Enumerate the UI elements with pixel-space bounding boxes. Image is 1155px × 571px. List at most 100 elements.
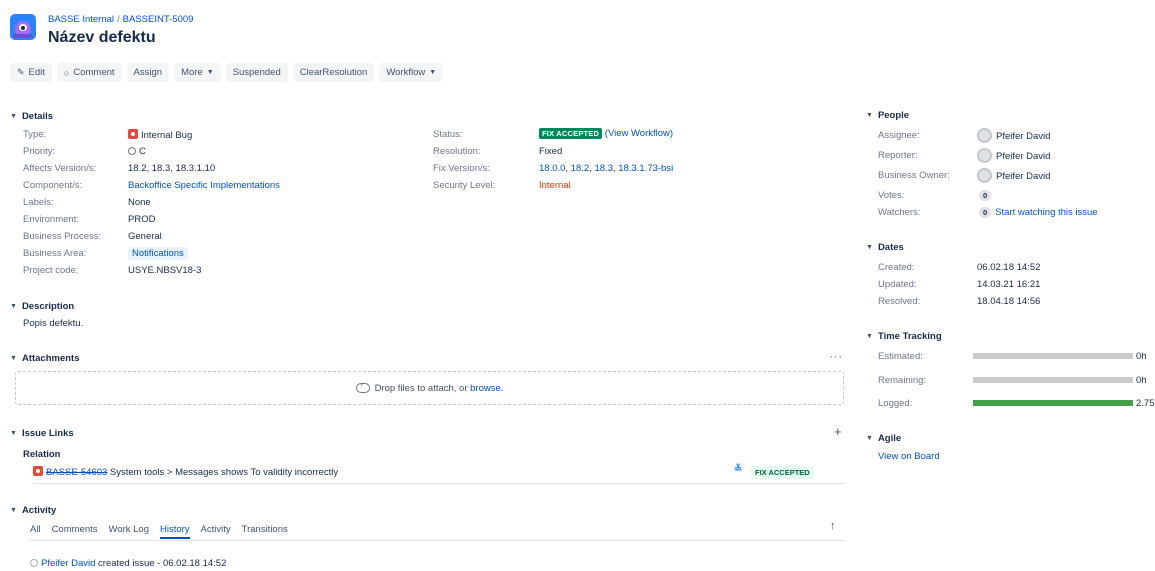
fix-version-link[interactable]: 18.3	[594, 163, 613, 174]
fix-version-link[interactable]: 18.3.1.73-bsi	[618, 163, 673, 174]
issue-toolbar: ✎ Edit ○ Comment Assign More ▼ Suspended Cl…	[10, 63, 444, 83]
components-label: Component/s:	[23, 180, 83, 191]
description-section-toggle[interactable]: ▼ Description	[10, 301, 74, 312]
start-watching-link[interactable]: Start watching this issue	[995, 207, 1097, 218]
business-process-label: Business Process:	[23, 231, 102, 242]
view-on-board-link[interactable]: View on Board	[878, 451, 940, 462]
plus-icon[interactable]: +	[834, 424, 842, 439]
issue-summary[interactable]: Název defektu	[48, 29, 156, 47]
breadcrumb-project-link[interactable]: BASSE Internal	[48, 14, 114, 25]
chevron-down-icon: ▼	[866, 112, 873, 119]
assign-button-label: Assign	[133, 67, 163, 78]
workflow-button-label: Workflow	[386, 67, 426, 78]
business-owner-value[interactable]: Pfeifer David	[977, 168, 1050, 183]
agile-title: Agile	[877, 433, 902, 444]
avatar	[977, 148, 992, 163]
description-text[interactable]: Popis defektu.	[23, 318, 83, 329]
comment-button-label: Comment	[73, 67, 115, 78]
chevron-down-icon: ▼	[866, 435, 873, 442]
fix-version-link[interactable]: 18.0.0	[539, 163, 565, 174]
tab-work-log[interactable]: Work Log	[109, 524, 149, 539]
attachments-title: Attachments	[21, 353, 80, 364]
workflow-button[interactable]: Workflow ▼	[379, 63, 444, 82]
suspended-button[interactable]: Suspended	[225, 63, 288, 82]
cloud-upload-icon	[355, 381, 370, 393]
view-workflow-link[interactable]: (View Workflow)	[605, 128, 673, 139]
details-section-toggle[interactable]: ▼ Details	[10, 111, 53, 122]
priority-highest-icon: ≚	[734, 464, 743, 475]
estimated-label: Estimated:	[878, 351, 923, 362]
labels-label: Labels:	[23, 197, 54, 208]
comment-icon: ○	[63, 67, 70, 78]
business-area-chip[interactable]: Notifications	[128, 247, 188, 260]
history-user-link[interactable]: Pfeifer David	[41, 558, 95, 569]
chevron-down-icon: ▼	[429, 69, 437, 76]
attachments-section-toggle[interactable]: ▼ Attachments	[10, 353, 79, 364]
project-avatar-icon[interactable]	[10, 14, 36, 40]
business-process-value: General	[128, 231, 162, 242]
linked-issue-row: BASSE-54603 System tools > Messages show…	[33, 466, 338, 478]
reporter-value[interactable]: Pfeifer David	[977, 148, 1050, 163]
security-level-value: Internal	[539, 180, 571, 191]
watchers-badge: 0	[979, 207, 992, 218]
dates-title: Dates	[877, 242, 904, 253]
breadcrumb-separator: /	[117, 14, 120, 25]
type-value: Internal Bug	[128, 129, 192, 141]
time-tracking-title: Time Tracking	[877, 331, 942, 342]
avatar	[977, 168, 992, 183]
dates-section-toggle[interactable]: ▼ Dates	[866, 242, 904, 253]
fix-versions-value: 18.0.0, 18.2, 18.3, 18.3.1.73-bsi	[539, 163, 673, 174]
remaining-bar	[973, 377, 1133, 383]
avatar	[977, 128, 992, 143]
people-section-toggle[interactable]: ▼ People	[866, 110, 909, 121]
assignee-value[interactable]: Pfeifer David	[977, 128, 1050, 143]
assign-button[interactable]: Assign	[126, 63, 170, 82]
chevron-down-icon: ▼	[10, 113, 17, 120]
clear-resolution-button-label: ClearResolution	[299, 67, 368, 78]
breadcrumb-issue-key-link[interactable]: BASSEINT-5009	[123, 14, 194, 25]
time-tracking-section-toggle[interactable]: ▼ Time Tracking	[866, 331, 942, 342]
component-link[interactable]: Backoffice Specific Implementations	[128, 180, 280, 191]
activity-tabs: All Comments Work Log History Activity T…	[30, 524, 288, 539]
more-button[interactable]: More ▼	[174, 63, 221, 82]
history-avatar-icon	[30, 559, 38, 567]
agile-section-toggle[interactable]: ▼ Agile	[866, 433, 901, 444]
updated-value: 14.03.21 16:21	[977, 279, 1041, 290]
breadcrumb: BASSE Internal / BASSEINT-5009	[48, 14, 193, 25]
more-dots-icon[interactable]: ···	[829, 351, 843, 363]
tab-all[interactable]: All	[30, 524, 41, 539]
priority-icon	[128, 147, 136, 155]
status-lozenge: FIX ACCEPTED	[539, 128, 603, 139]
edit-button-label: Edit	[28, 67, 45, 78]
affects-versions-label: Affects Version/s:	[23, 163, 97, 174]
activity-title: Activity	[21, 505, 57, 516]
resolution-value: Fixed	[539, 146, 563, 157]
business-owner-label: Business Owner:	[878, 170, 950, 181]
browse-link[interactable]: browse.	[470, 383, 503, 394]
remaining-value: 0h	[1136, 375, 1147, 386]
logged-value: 2.75	[1136, 398, 1155, 409]
activity-section-toggle[interactable]: ▼ Activity	[10, 505, 56, 516]
business-area-value: Notifications	[128, 247, 188, 260]
attachment-dropzone[interactable]: Drop files to attach, or browse.	[15, 371, 844, 405]
arrow-up-icon[interactable]: ↑	[830, 520, 836, 532]
linked-issue-key-link[interactable]: BASSE-54603	[46, 467, 107, 478]
linked-issue-summary[interactable]: System tools > Messages shows To validit…	[110, 467, 338, 478]
issue-links-section-toggle[interactable]: ▼ Issue Links	[10, 428, 74, 439]
estimated-bar	[973, 353, 1133, 359]
clear-resolution-button[interactable]: ClearResolution	[292, 63, 375, 82]
comment-button[interactable]: ○ Comment	[56, 63, 122, 82]
tab-history[interactable]: History	[159, 524, 190, 539]
people-title: People	[877, 110, 910, 121]
status-value: FIX ACCEPTED (View Workflow)	[539, 128, 673, 139]
type-value-text: Internal Bug	[141, 130, 193, 141]
tab-activity[interactable]: Activity	[201, 524, 231, 539]
priority-value-text: C	[139, 146, 146, 157]
edit-button[interactable]: ✎ Edit	[10, 63, 52, 82]
priority-label: Priority:	[23, 146, 56, 157]
fix-version-link[interactable]: 18.2	[571, 163, 590, 174]
tab-transitions[interactable]: Transitions	[242, 524, 288, 539]
logged-bar-fill	[973, 400, 1133, 406]
tab-comments[interactable]: Comments	[52, 524, 98, 539]
votes-value[interactable]: 0	[979, 190, 995, 201]
